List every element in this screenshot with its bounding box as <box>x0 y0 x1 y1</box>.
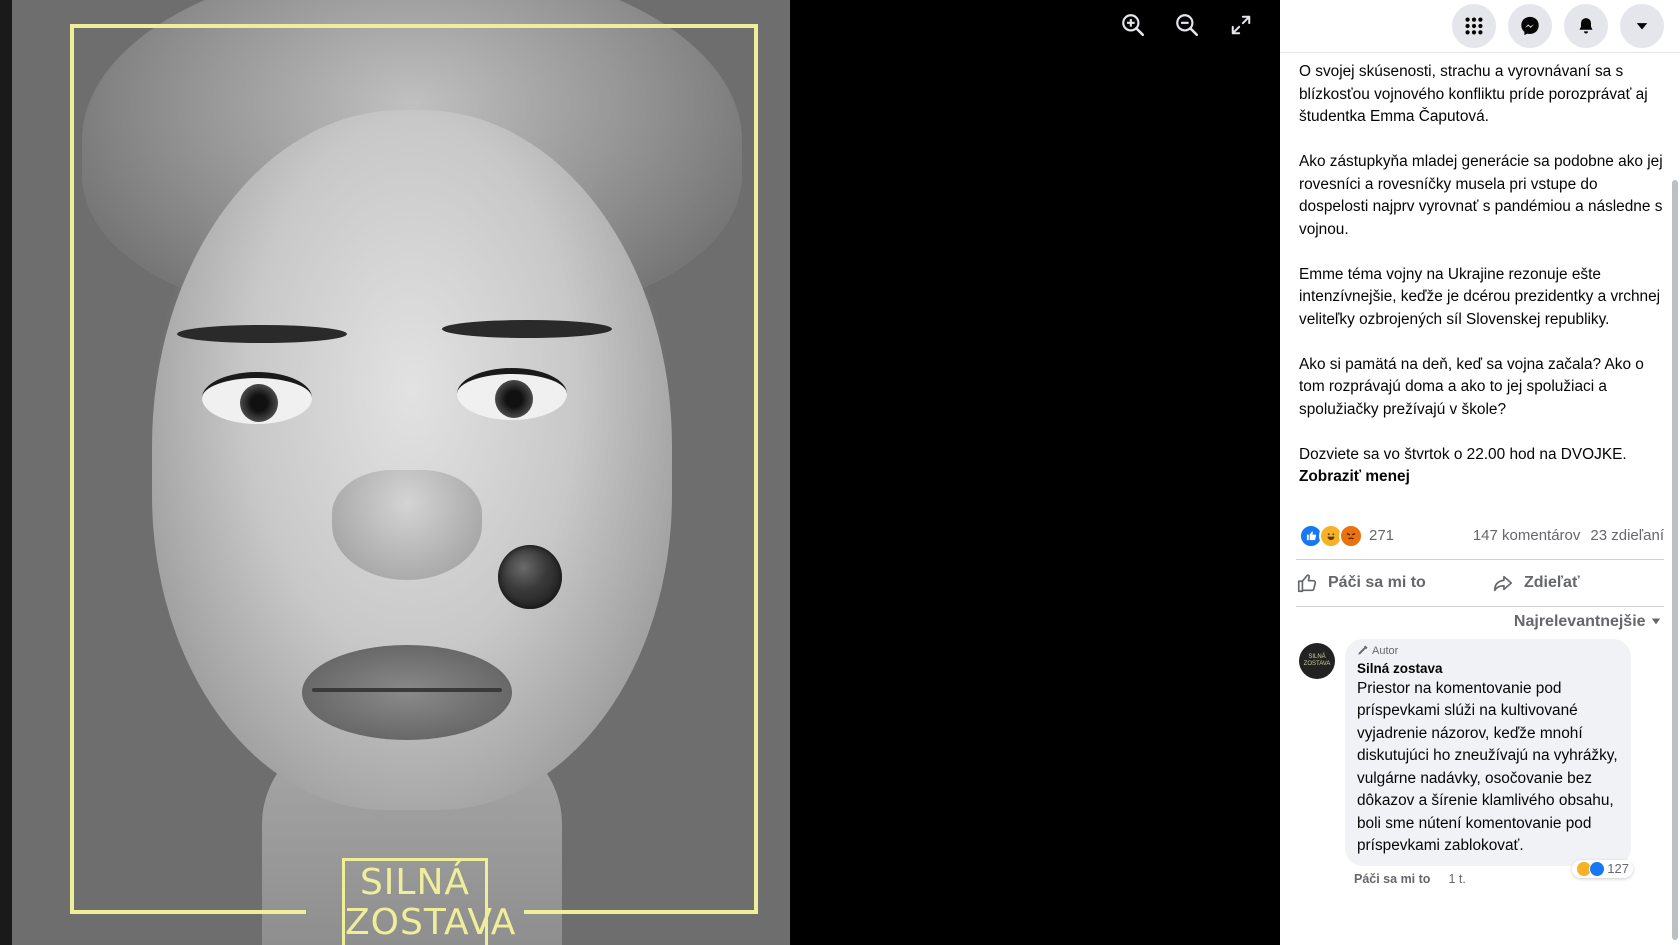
post-paragraph: O svojej skúsenosti, strachu a vyrovnáva… <box>1299 63 1648 125</box>
sort-label: Najrelevantnejšie <box>1513 612 1646 630</box>
avatar-text: SILNÁ ZOSTAVA <box>1303 653 1331 667</box>
photo-brow-left <box>177 325 347 343</box>
post-paragraph: Ako zástupkyňa mladej generácie sa podob… <box>1299 153 1663 238</box>
frame-bottom-left <box>70 910 306 914</box>
reaction-count[interactable]: 271 <box>1369 527 1394 544</box>
caret-down-icon <box>1651 618 1661 624</box>
photo-raspberry <box>498 545 562 609</box>
comment-author-name[interactable]: Silná zostava <box>1357 661 1619 676</box>
shares-count-link[interactable]: 23 zdieľaní <box>1590 527 1664 544</box>
messenger-icon[interactable] <box>1508 4 1552 48</box>
apps-grid-icon[interactable] <box>1452 4 1496 48</box>
share-button[interactable]: Zdieľať <box>1492 572 1580 594</box>
chevron-down-icon[interactable] <box>1620 4 1664 48</box>
scrollbar[interactable] <box>1672 180 1678 940</box>
photo-lip-line <box>312 688 502 692</box>
post-photo[interactable]: SILNÁ ZOSTAVA <box>12 0 790 945</box>
photo-nose <box>332 470 482 580</box>
frame-top <box>70 24 758 28</box>
comment-text: Priestor na komentovanie pod príspevkami… <box>1357 679 1618 855</box>
photo-eye-right <box>457 368 567 420</box>
pencil-icon <box>1358 645 1368 655</box>
viewer-edge <box>0 0 12 945</box>
frame-left <box>70 24 74 914</box>
comment-sort-dropdown[interactable]: Najrelevantnejšie <box>1280 607 1680 639</box>
comment-timestamp[interactable]: 1 t. <box>1448 872 1465 886</box>
zoom-in-icon[interactable] <box>1118 10 1148 40</box>
comment-reaction-count: 127 <box>1607 861 1629 876</box>
post-paragraph: Ako si pamätá na deň, keď sa vojna začal… <box>1299 355 1644 418</box>
top-bar <box>1280 0 1680 53</box>
like-reaction-icon <box>1589 860 1606 877</box>
stats-right: 147 komentárov 23 zdieľaní <box>1473 527 1664 544</box>
like-label: Páči sa mi to <box>1328 573 1426 591</box>
post-actions: Páči sa mi to Zdieľať <box>1280 560 1680 606</box>
logo-line-1: SILNÁ <box>359 862 471 903</box>
like-button[interactable]: Páči sa mi to <box>1296 572 1492 594</box>
post-paragraph: Emme téma vojny na Ukrajine rezonuje ešt… <box>1299 265 1661 328</box>
author-badge-label: Autor <box>1372 644 1399 657</box>
post-text: O svojej skúsenosti, strachu a vyrovnáva… <box>1280 53 1680 489</box>
author-badge: Autor <box>1357 645 1619 657</box>
angry-reaction-icon <box>1339 523 1363 548</box>
fullscreen-icon[interactable] <box>1226 10 1256 40</box>
frame-bottom-right <box>524 910 758 914</box>
see-less-link[interactable]: Zobraziť menej <box>1299 466 1664 489</box>
photo-brow-right <box>442 320 612 338</box>
bell-icon[interactable] <box>1564 4 1608 48</box>
post-side-panel: O svojej skúsenosti, strachu a vyrovnáva… <box>1280 0 1680 945</box>
post-stats: 271 147 komentárov 23 zdieľaní <box>1280 523 1680 549</box>
comment-bubble: Autor Silná zostava Priestor na komentov… <box>1345 638 1633 878</box>
comments-count-link[interactable]: 147 komentárov <box>1473 527 1581 544</box>
frame-right <box>754 24 758 914</box>
logo-line-2: ZOSTAVA <box>345 902 517 943</box>
photo-lips <box>302 645 512 740</box>
photo-viewer: SILNÁ ZOSTAVA <box>0 0 1280 945</box>
comment-item: SILNÁ ZOSTAVA Autor Silná zostava Priest… <box>1280 638 1680 878</box>
avatar[interactable]: SILNÁ ZOSTAVA <box>1299 642 1335 679</box>
reaction-icons[interactable]: 271 <box>1299 523 1394 548</box>
share-arrow-icon <box>1493 575 1513 591</box>
share-label: Zdieľať <box>1524 573 1580 591</box>
silna-zostava-logo: SILNÁ ZOSTAVA <box>342 858 517 945</box>
comment-like-link[interactable]: Páči sa mi to <box>1354 872 1430 886</box>
thumbs-up-icon <box>1297 573 1317 592</box>
zoom-out-icon[interactable] <box>1172 10 1202 40</box>
viewer-tools <box>1118 10 1256 40</box>
post-paragraph-last: Dozviete sa vo štvrtok o 22.00 hod na DV… <box>1299 445 1627 463</box>
photo-eye-left <box>202 372 312 424</box>
comment-reactions[interactable]: 127 <box>1572 859 1633 878</box>
